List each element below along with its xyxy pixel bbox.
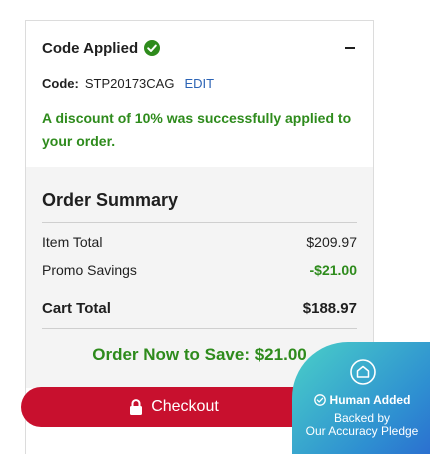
summary-divider-top	[42, 222, 357, 223]
cart-total-row: Cart Total $188.97	[42, 300, 357, 317]
badge-title: Human Added	[292, 393, 430, 407]
summary-divider-bottom	[42, 328, 357, 329]
discount-success-message: A discount of 10% was successfully appli…	[42, 110, 352, 149]
promo-savings-row: Promo Savings -$21.00	[42, 262, 357, 278]
code-applied-label: Code Applied	[42, 39, 139, 57]
checkout-label: Checkout	[151, 398, 219, 415]
promo-code-line: Code: STP20173CAG EDIT	[42, 76, 214, 91]
cart-total-value: $188.97	[302, 300, 357, 317]
order-summary-title: Order Summary	[42, 190, 179, 210]
promo-savings-value: -$21.00	[309, 262, 357, 278]
house-outline-icon	[349, 358, 377, 386]
item-total-value: $209.97	[306, 234, 357, 250]
badge-title-text: Human Added	[329, 393, 411, 407]
check-circle-outline-icon	[313, 394, 326, 406]
promo-code-label: Code:	[42, 76, 79, 91]
edit-promo-link[interactable]: EDIT	[184, 76, 214, 91]
cart-total-label: Cart Total	[42, 300, 111, 317]
lock-icon	[129, 399, 143, 415]
item-total-label: Item Total	[42, 234, 103, 250]
badge-subtitle: Backed by Our Accuracy Pledge	[292, 412, 430, 438]
checkout-button[interactable]: Checkout	[21, 387, 327, 427]
check-circle-icon	[144, 40, 161, 56]
item-total-row: Item Total $209.97	[42, 234, 357, 250]
code-applied-title: Code Applied	[42, 39, 161, 57]
minus-icon[interactable]	[343, 41, 357, 55]
code-applied-header: Code Applied	[42, 37, 357, 59]
promo-savings-label: Promo Savings	[42, 262, 137, 278]
badge-line-2: Our Accuracy Pledge	[305, 424, 419, 438]
accuracy-pledge-badge[interactable]: Human Added Backed by Our Accuracy Pledg…	[292, 342, 430, 454]
promo-code-value: STP20173CAG	[84, 76, 175, 91]
